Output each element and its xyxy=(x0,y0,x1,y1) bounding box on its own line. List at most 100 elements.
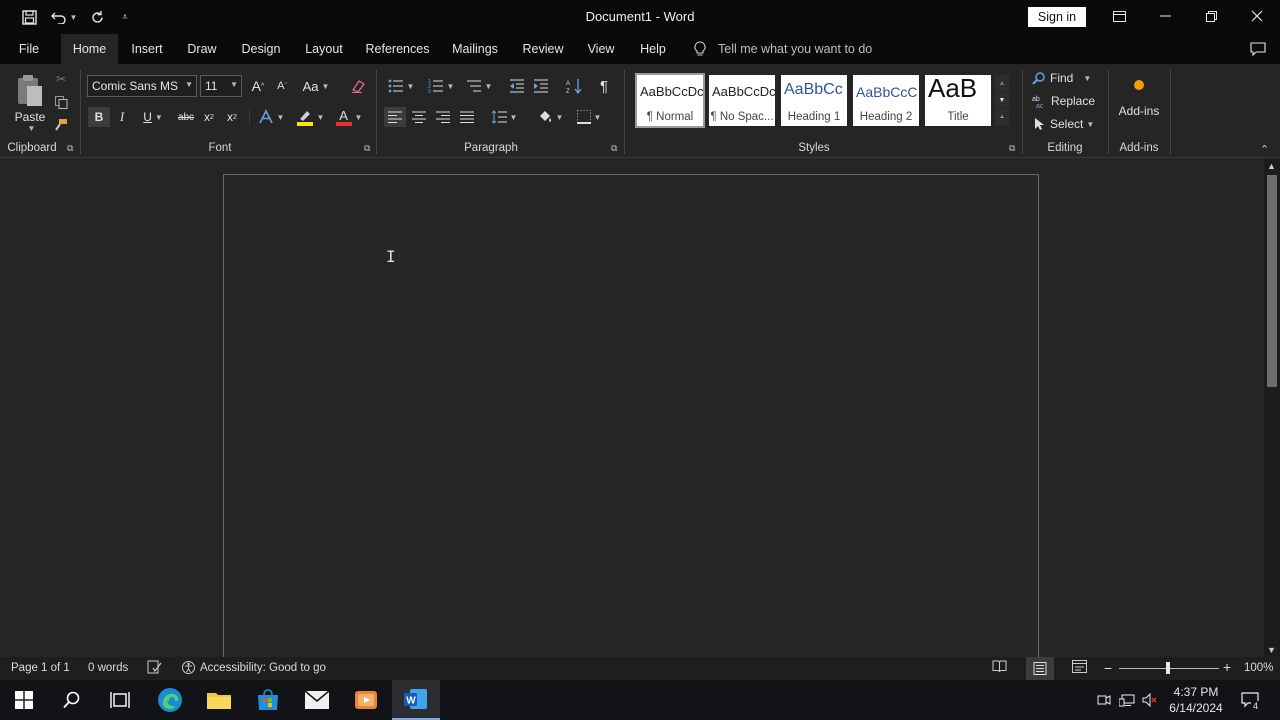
restore-icon[interactable] xyxy=(1188,0,1234,32)
subscript-button[interactable]: x2 xyxy=(200,107,218,127)
increase-indent-icon[interactable] xyxy=(531,76,551,96)
scrollbar-thumb[interactable] xyxy=(1267,175,1277,387)
styles-scroll-up-icon[interactable]: ▲ xyxy=(995,75,1009,91)
proofing-icon[interactable] xyxy=(147,660,162,677)
replace-button[interactable]: ab ac Replace xyxy=(1032,92,1098,110)
font-color-button[interactable]: A ▼ xyxy=(333,107,365,127)
change-case-button[interactable]: Aa ▼ xyxy=(300,76,332,96)
customize-qat-icon[interactable]: ⩡ xyxy=(116,6,134,28)
accessibility-status[interactable]: Accessibility: Good to go xyxy=(200,662,326,674)
grow-font-button[interactable]: A ^ xyxy=(249,76,267,96)
read-mode-icon[interactable] xyxy=(992,660,1007,676)
align-center-icon[interactable] xyxy=(409,107,429,127)
styles-more-icon[interactable]: ⩡ xyxy=(995,109,1009,126)
task-view-icon[interactable] xyxy=(96,680,144,720)
superscript-button[interactable]: x2 xyxy=(223,107,241,127)
add-ins-button[interactable]: Add-ins xyxy=(1114,74,1164,122)
zoom-level[interactable]: 100% xyxy=(1244,662,1273,674)
edge-browser-icon[interactable] xyxy=(146,680,194,720)
cut-icon[interactable]: ✂ xyxy=(52,70,70,88)
line-spacing-button[interactable]: ▼ xyxy=(488,107,520,127)
clipboard-launcher-icon[interactable]: ⧉ xyxy=(67,143,73,154)
style-heading-2[interactable]: AaBbCcC Heading 2 xyxy=(853,75,919,126)
volume-muted-icon[interactable] xyxy=(1140,680,1160,720)
justify-icon[interactable] xyxy=(457,107,477,127)
tab-design[interactable]: Design xyxy=(234,34,288,64)
bullets-button[interactable]: ▼ xyxy=(384,76,418,96)
italic-button[interactable]: I xyxy=(113,107,131,127)
file-explorer-icon[interactable] xyxy=(195,680,243,720)
borders-button[interactable]: ▼ xyxy=(572,107,606,127)
vertical-scrollbar[interactable]: ▲ ▼ xyxy=(1264,159,1280,657)
underline-button[interactable]: U ▼ xyxy=(136,107,170,127)
clock[interactable]: 4:37 PM 6/14/2024 xyxy=(1164,680,1228,720)
show-formatting-marks-button[interactable]: ¶ xyxy=(594,76,614,96)
style-no-spacing[interactable]: AaBbCcDc ¶ No Spac... xyxy=(709,75,775,126)
tab-insert[interactable]: Insert xyxy=(124,34,170,64)
undo-icon[interactable]: ▼ xyxy=(48,6,80,28)
zoom-slider-thumb[interactable] xyxy=(1166,662,1170,674)
tell-me-search[interactable]: Tell me what you want to do xyxy=(694,34,872,64)
style-title[interactable]: AaB Title xyxy=(925,75,991,126)
network-icon[interactable] xyxy=(1117,680,1137,720)
strikethrough-button[interactable]: abc xyxy=(175,107,197,127)
search-icon[interactable] xyxy=(48,680,96,720)
zoom-in-icon[interactable]: + xyxy=(1223,659,1231,675)
media-player-icon[interactable] xyxy=(342,680,390,720)
highlight-button[interactable]: ▼ xyxy=(293,107,327,127)
collapse-ribbon-icon[interactable]: ⌃ xyxy=(1260,143,1269,156)
tab-view[interactable]: View xyxy=(580,34,622,64)
shading-button[interactable]: ▼ xyxy=(533,107,567,127)
tab-references[interactable]: References xyxy=(360,34,435,64)
text-effects-button[interactable]: ▼ xyxy=(256,107,286,127)
shrink-font-button[interactable]: Aˇ xyxy=(273,76,291,96)
comments-icon[interactable] xyxy=(1244,34,1272,64)
numbering-button[interactable]: 1 2 3 ▼ xyxy=(424,76,458,96)
format-painter-icon[interactable] xyxy=(52,116,70,134)
align-right-icon[interactable] xyxy=(433,107,453,127)
font-launcher-icon[interactable]: ⧉ xyxy=(364,143,370,154)
microsoft-store-icon[interactable] xyxy=(244,680,292,720)
style-heading-1[interactable]: AaBbCc Heading 1 xyxy=(781,75,847,126)
copy-icon[interactable] xyxy=(52,93,70,111)
select-button[interactable]: Select ▼ xyxy=(1034,115,1098,133)
styles-scroll-down-icon[interactable]: ▼ xyxy=(995,92,1009,108)
scroll-up-icon[interactable]: ▲ xyxy=(1267,161,1276,171)
web-layout-icon[interactable] xyxy=(1072,660,1087,676)
clear-formatting-icon[interactable] xyxy=(348,76,368,96)
tab-home[interactable]: Home xyxy=(61,34,118,64)
align-left-icon[interactable] xyxy=(384,107,406,127)
redo-icon[interactable] xyxy=(86,6,108,28)
tab-file[interactable]: File xyxy=(8,34,50,64)
bold-button[interactable]: B xyxy=(88,107,110,127)
tab-layout[interactable]: Layout xyxy=(297,34,351,64)
paragraph-launcher-icon[interactable]: ⧉ xyxy=(611,143,617,154)
tab-help[interactable]: Help xyxy=(632,34,674,64)
tab-draw[interactable]: Draw xyxy=(180,34,224,64)
zoom-out-icon[interactable]: − xyxy=(1104,660,1112,676)
style-normal[interactable]: AaBbCcDc ¶ Normal xyxy=(635,73,705,128)
multilevel-list-button[interactable]: ▼ xyxy=(464,76,494,96)
accessibility-icon[interactable] xyxy=(181,660,196,678)
scroll-down-icon[interactable]: ▼ xyxy=(1267,645,1276,655)
tab-mailings[interactable]: Mailings xyxy=(444,34,506,64)
styles-launcher-icon[interactable]: ⧉ xyxy=(1009,143,1015,154)
meet-now-icon[interactable] xyxy=(1094,680,1114,720)
minimize-icon[interactable] xyxy=(1142,0,1188,32)
sort-icon[interactable]: AZ xyxy=(564,76,584,96)
notifications-button[interactable]: 4 xyxy=(1234,680,1266,720)
document-page[interactable] xyxy=(223,174,1039,664)
font-name-combo[interactable]: Comic Sans MS ▼ xyxy=(87,75,197,97)
decrease-indent-icon[interactable] xyxy=(507,76,527,96)
page-count[interactable]: Page 1 of 1 xyxy=(11,662,70,674)
mail-icon[interactable] xyxy=(293,680,341,720)
close-icon[interactable] xyxy=(1234,0,1280,32)
windows-start-icon[interactable] xyxy=(0,680,48,720)
save-icon[interactable] xyxy=(18,6,40,28)
print-layout-icon[interactable] xyxy=(1026,657,1054,680)
word-count[interactable]: 0 words xyxy=(88,662,128,674)
tab-review[interactable]: Review xyxy=(516,34,570,64)
ribbon-display-options-icon[interactable] xyxy=(1096,0,1142,32)
sign-in-button[interactable]: Sign in xyxy=(1028,7,1086,27)
paste-button[interactable]: Paste ▼ xyxy=(10,70,50,136)
